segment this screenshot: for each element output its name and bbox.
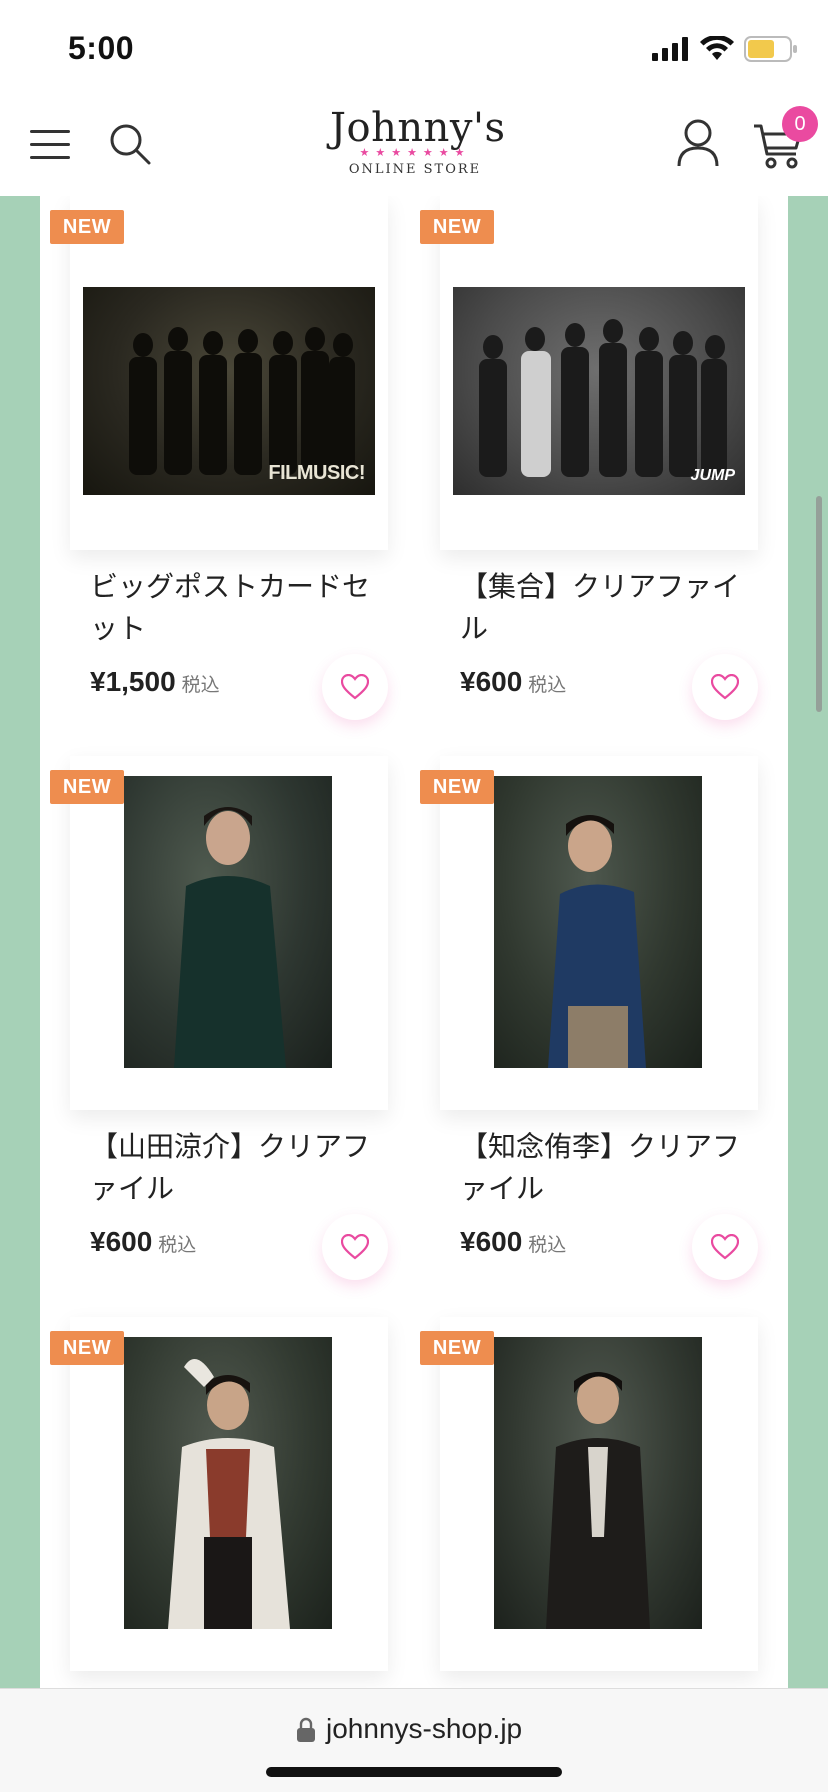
product-image-frame: FILMUSIC!: [70, 196, 388, 550]
product-image: FILMUSIC!: [83, 287, 375, 495]
new-badge: NEW: [420, 210, 494, 244]
url-text[interactable]: johnnys-shop.jp: [326, 1713, 522, 1745]
portrait-illustration: [548, 815, 646, 1068]
new-badge: NEW: [50, 770, 124, 804]
account-icon[interactable]: [676, 118, 720, 168]
tax-label: 税込: [528, 1234, 567, 1256]
product-card[interactable]: NEW: [40, 1317, 388, 1688]
photo-caption: FILMUSIC!: [268, 462, 365, 484]
product-image-frame: [70, 1317, 388, 1671]
product-image: [124, 1337, 332, 1629]
status-bar: 5:00: [0, 0, 828, 96]
status-time: 5:00: [68, 30, 135, 66]
portrait-illustration: [546, 1372, 650, 1629]
price-row: ¥600 税込: [460, 666, 566, 698]
scrollbar[interactable]: [816, 496, 822, 712]
product-card[interactable]: NEW 【山田涼介】クリアファイル ¥600 税込: [40, 756, 388, 1296]
product-image: [494, 776, 702, 1068]
product-title[interactable]: 【集合】クリアファイル: [460, 566, 750, 650]
product-image: JUMP: [453, 287, 745, 495]
lock-icon: [297, 1717, 315, 1742]
product-title[interactable]: 【知念侑李】クリアファイル: [460, 1126, 750, 1210]
photo-caption: JUMP: [690, 467, 735, 484]
cellular-signal-icon: [652, 37, 688, 61]
heart-icon: [341, 1234, 369, 1260]
tax-label: 税込: [528, 674, 567, 696]
favorite-button[interactable]: [692, 1214, 758, 1280]
product-image-frame: [70, 756, 388, 1110]
product-image: [494, 1337, 702, 1629]
product-price: ¥600: [460, 666, 523, 697]
product-listing-area: FILMUSIC! NEW ビッグポストカードセット ¥1,500 税込 JUM…: [0, 196, 828, 1688]
product-image-frame: [440, 1317, 758, 1671]
price-row: ¥1,500 税込: [90, 666, 220, 698]
product-card[interactable]: FILMUSIC! NEW ビッグポストカードセット ¥1,500 税込: [40, 196, 388, 736]
status-icons: [652, 36, 798, 62]
product-image-frame: JUMP: [440, 196, 758, 550]
new-badge: NEW: [420, 770, 494, 804]
new-badge: NEW: [420, 1331, 494, 1365]
browser-address-bar[interactable]: johnnys-shop.jp: [0, 1688, 828, 1792]
product-card[interactable]: NEW: [410, 1317, 758, 1688]
logo-sub-text: ONLINE STORE: [348, 162, 482, 177]
product-card[interactable]: JUMP NEW 【集合】クリアファイル ¥600 税込: [410, 196, 758, 736]
price-row: ¥600 税込: [90, 1226, 196, 1258]
favorite-button[interactable]: [692, 654, 758, 720]
product-price: ¥1,500: [90, 666, 176, 697]
product-image: [124, 776, 332, 1068]
group-photo-illustration: [479, 319, 727, 477]
cart-count-badge: 0: [782, 106, 818, 142]
logo-main-text: Johnny's: [330, 105, 506, 151]
favorite-button[interactable]: [322, 1214, 388, 1280]
heart-icon: [711, 674, 739, 700]
product-title[interactable]: 【山田涼介】クリアファイル: [90, 1126, 380, 1210]
heart-icon: [711, 1234, 739, 1260]
product-price: ¥600: [460, 1226, 523, 1257]
tax-label: 税込: [181, 674, 220, 696]
heart-icon: [341, 674, 369, 700]
product-title[interactable]: ビッグポストカードセット: [90, 566, 380, 650]
product-grid: FILMUSIC! NEW ビッグポストカードセット ¥1,500 税込 JUM…: [40, 196, 788, 1688]
new-badge: NEW: [50, 210, 124, 244]
search-icon[interactable]: [108, 122, 152, 166]
wifi-icon: [700, 36, 734, 60]
product-card[interactable]: NEW 【知念侑李】クリアファイル ¥600 税込: [410, 756, 758, 1296]
price-row: ¥600 税込: [460, 1226, 566, 1258]
menu-icon[interactable]: [30, 130, 70, 160]
new-badge: NEW: [50, 1331, 124, 1365]
site-header: Johnny's ★★★★★★★ ONLINE STORE: [0, 96, 828, 196]
favorite-button[interactable]: [322, 654, 388, 720]
portrait-illustration: [174, 807, 286, 1068]
product-image-frame: [440, 756, 758, 1110]
tax-label: 税込: [158, 1234, 197, 1256]
store-logo[interactable]: Johnny's ★★★★★★★ ONLINE STORE: [330, 105, 506, 188]
portrait-illustration: [168, 1359, 290, 1629]
product-price: ¥600: [90, 1226, 153, 1257]
home-indicator[interactable]: [266, 1767, 562, 1777]
battery-icon: [744, 36, 797, 62]
